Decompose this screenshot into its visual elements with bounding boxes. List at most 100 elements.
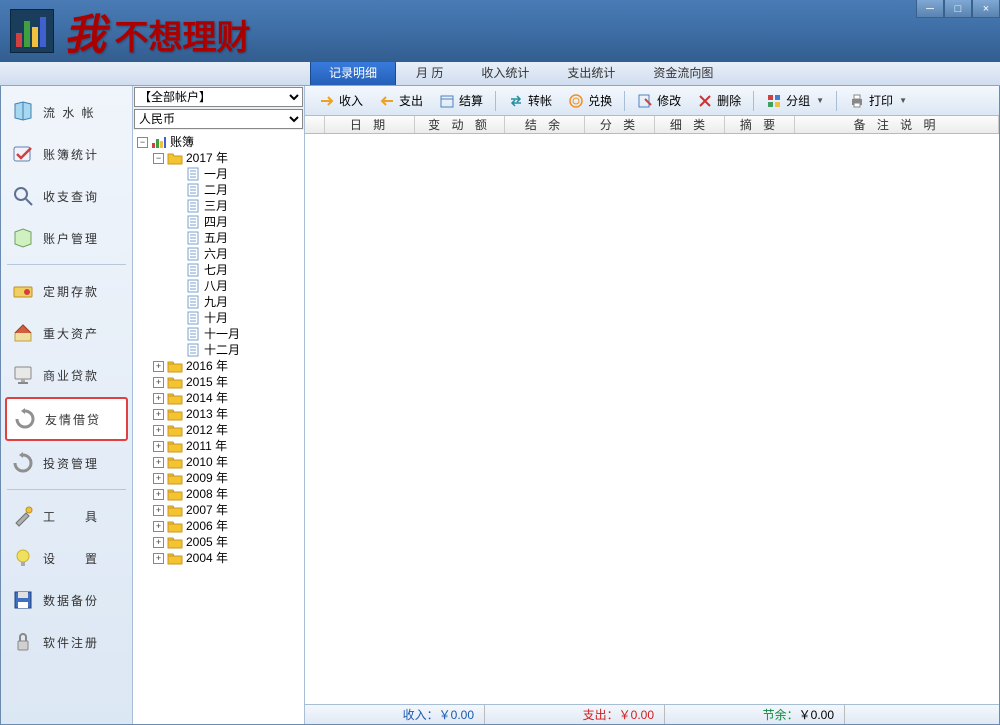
tree-year[interactable]: +2011 年 <box>135 438 302 454</box>
tree-year[interactable]: +2010 年 <box>135 454 302 470</box>
sidebar-item-tools[interactable]: 工 具 <box>5 496 128 536</box>
group-button[interactable]: 分组▼ <box>760 89 830 112</box>
sidebar-item-query[interactable]: 收支查询 <box>5 176 128 216</box>
arrow-left-icon <box>379 93 395 109</box>
col-balance[interactable]: 结 余 <box>505 116 585 133</box>
tree-year-open[interactable]: −2017 年 <box>135 150 302 166</box>
sidebar-item-register[interactable]: 软件注册 <box>5 622 128 662</box>
tree-year[interactable]: +2007 年 <box>135 502 302 518</box>
expense-button[interactable]: 支出 <box>373 89 429 112</box>
tree-year[interactable]: +2015 年 <box>135 374 302 390</box>
tree-month[interactable]: 三月 <box>135 198 302 214</box>
page-icon <box>185 247 201 261</box>
close-button[interactable]: × <box>972 0 1000 18</box>
tree-month[interactable]: 五月 <box>135 230 302 246</box>
col-subcategory[interactable]: 细 类 <box>655 116 725 133</box>
expand-icon[interactable]: + <box>153 441 164 452</box>
tree-month[interactable]: 一月 <box>135 166 302 182</box>
collapse-icon[interactable]: − <box>153 153 164 164</box>
expand-icon[interactable]: + <box>153 409 164 420</box>
sidebar-item-invest[interactable]: 投资管理 <box>5 443 128 483</box>
arrow-right-icon <box>319 93 335 109</box>
page-icon <box>185 263 201 277</box>
maximize-button[interactable]: □ <box>944 0 972 18</box>
col-summary[interactable]: 摘 要 <box>725 116 795 133</box>
sidebar-item-friend-loan[interactable]: 友情借贷 <box>5 397 128 441</box>
expand-icon[interactable]: + <box>153 521 164 532</box>
sidebar-item-flow[interactable]: 流 水 帐 <box>5 92 128 132</box>
row-selector-col[interactable] <box>305 116 325 133</box>
tree-year[interactable]: +2016 年 <box>135 358 302 374</box>
expand-icon[interactable]: + <box>153 489 164 500</box>
exchange-button[interactable]: 兑换 <box>562 89 618 112</box>
settle-button[interactable]: 结算 <box>433 89 489 112</box>
income-button[interactable]: 收入 <box>313 89 369 112</box>
grid-body[interactable] <box>305 134 999 704</box>
tree-month[interactable]: 十二月 <box>135 342 302 358</box>
title-bar: 我 不想理财 ─ □ × <box>0 0 1000 62</box>
modify-button[interactable]: 修改 <box>631 89 687 112</box>
expand-icon[interactable]: + <box>153 537 164 548</box>
tree-year[interactable]: +2008 年 <box>135 486 302 502</box>
tree-month[interactable]: 二月 <box>135 182 302 198</box>
transfer-button[interactable]: 转帐 <box>502 89 558 112</box>
expand-icon[interactable]: + <box>153 473 164 484</box>
sidebar-item-deposit[interactable]: 定期存款 <box>5 271 128 311</box>
tab-flowchart[interactable]: 资金流向图 <box>635 60 731 85</box>
tree-month[interactable]: 十月 <box>135 310 302 326</box>
tree-year[interactable]: +2014 年 <box>135 390 302 406</box>
tree-year[interactable]: +2013 年 <box>135 406 302 422</box>
sidebar-item-loan[interactable]: 商业贷款 <box>5 355 128 395</box>
tab-income-stats[interactable]: 收入统计 <box>463 60 547 85</box>
tab-calendar[interactable]: 月 历 <box>398 60 461 85</box>
expand-icon[interactable]: + <box>153 361 164 372</box>
transfer-icon <box>508 93 524 109</box>
tree-label: 八月 <box>204 278 228 294</box>
page-icon <box>185 183 201 197</box>
tree-year[interactable]: +2012 年 <box>135 422 302 438</box>
tree-year[interactable]: +2005 年 <box>135 534 302 550</box>
expand-icon[interactable]: + <box>153 425 164 436</box>
sidebar-item-backup[interactable]: 数据备份 <box>5 580 128 620</box>
tree-label: 十二月 <box>204 342 240 358</box>
tab-records[interactable]: 记录明细 <box>310 59 396 85</box>
expand-icon[interactable]: + <box>153 553 164 564</box>
folder-icon <box>167 359 183 373</box>
account-select[interactable]: 【全部帐户】 <box>134 87 303 107</box>
expand-icon[interactable]: + <box>153 457 164 468</box>
tree-month[interactable]: 七月 <box>135 262 302 278</box>
col-category[interactable]: 分 类 <box>585 116 655 133</box>
sidebar-item-asset[interactable]: 重大资产 <box>5 313 128 353</box>
btn-label: 修改 <box>657 92 681 109</box>
delete-icon <box>697 93 713 109</box>
expand-icon[interactable]: + <box>153 393 164 404</box>
tab-expense-stats[interactable]: 支出统计 <box>549 60 633 85</box>
tree-month[interactable]: 六月 <box>135 246 302 262</box>
expand-icon[interactable]: + <box>153 505 164 516</box>
tree-month[interactable]: 十一月 <box>135 326 302 342</box>
col-amount[interactable]: 变 动 额 <box>415 116 505 133</box>
col-remark[interactable]: 备 注 说 明 <box>795 116 999 133</box>
minimize-button[interactable]: ─ <box>916 0 944 18</box>
tree-month[interactable]: 四月 <box>135 214 302 230</box>
currency-select[interactable]: 人民币 <box>134 109 303 129</box>
separator <box>7 489 126 490</box>
sidebar-item-settings[interactable]: 设 置 <box>5 538 128 578</box>
tree-view[interactable]: −账簿−2017 年一月二月三月四月五月六月七月八月九月十月十一月十二月+201… <box>133 130 304 724</box>
btn-label: 分组 <box>786 92 810 109</box>
sidebar-item-label: 重大资产 <box>43 325 99 342</box>
collapse-icon[interactable]: − <box>137 137 148 148</box>
print-button[interactable]: 打印▼ <box>843 89 913 112</box>
delete-button[interactable]: 删除 <box>691 89 747 112</box>
col-date[interactable]: 日 期 <box>325 116 415 133</box>
bar-chart-icon <box>14 13 50 49</box>
sidebar-item-bookstat[interactable]: 账簿统计 <box>5 134 128 174</box>
tree-year[interactable]: +2006 年 <box>135 518 302 534</box>
sidebar-item-account[interactable]: 账户管理 <box>5 218 128 258</box>
tree-month[interactable]: 八月 <box>135 278 302 294</box>
tree-month[interactable]: 九月 <box>135 294 302 310</box>
tree-root[interactable]: −账簿 <box>135 134 302 150</box>
tree-year[interactable]: +2004 年 <box>135 550 302 566</box>
tree-year[interactable]: +2009 年 <box>135 470 302 486</box>
expand-icon[interactable]: + <box>153 377 164 388</box>
